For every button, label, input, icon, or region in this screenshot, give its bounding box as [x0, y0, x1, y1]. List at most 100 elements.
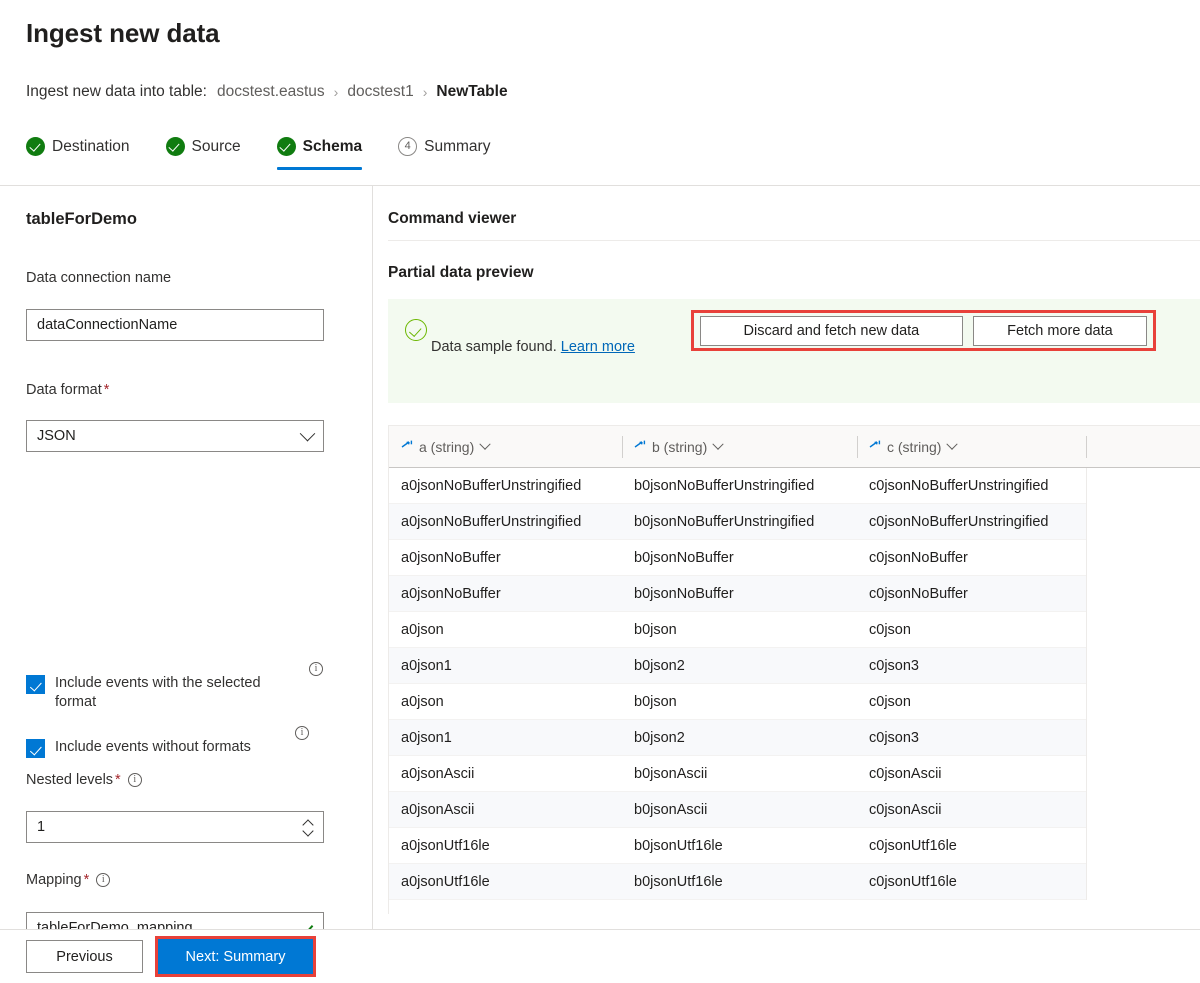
success-check-circle-icon [405, 319, 427, 341]
table-row[interactable]: a0jsonNoBufferb0jsonNoBufferc0jsonNoBuff… [389, 540, 1086, 576]
step-destination[interactable]: Destination [26, 137, 148, 170]
table-row[interactable]: a0jsonUtf16leb0jsonUtf16lec0jsonUtf16le [389, 828, 1086, 864]
chevron-down-icon[interactable] [713, 438, 724, 449]
step-number-icon: 4 [398, 137, 417, 156]
table-cell: c0json [857, 694, 1086, 710]
info-icon[interactable]: i [295, 726, 309, 740]
table-cell: b0jsonNoBuffer [622, 550, 857, 566]
table-row[interactable]: a0json1b0json2c0json3 [389, 720, 1086, 756]
step-summary[interactable]: 4 Summary [380, 137, 508, 170]
breadcrumb-separator-icon: › [423, 84, 428, 100]
mapping-label: Mapping* i [26, 872, 110, 888]
nested-levels-stepper[interactable]: 1 [26, 811, 324, 843]
step-schema[interactable]: Schema [259, 137, 380, 170]
previous-button[interactable]: Previous [26, 940, 143, 973]
page-title: Ingest new data [26, 18, 220, 49]
table-cell: b0json2 [622, 730, 857, 746]
breadcrumb: Ingest new data into table: docstest.eas… [26, 83, 508, 101]
required-asterisk: * [84, 872, 90, 888]
table-row[interactable]: a0jsonUtf16leb0jsonUtf16lec0jsonUtf16le [389, 864, 1086, 900]
table-cell: b0jsonUtf16le [622, 874, 857, 890]
table-cell: c0jsonNoBufferUnstringified [857, 514, 1086, 530]
info-icon[interactable]: i [309, 662, 323, 676]
chevron-down-icon[interactable] [480, 438, 491, 449]
table-cell: a0jsonAscii [389, 802, 622, 818]
table-row[interactable]: a0jsonAsciib0jsonAsciic0jsonAscii [389, 756, 1086, 792]
data-format-label: Data format* [26, 382, 109, 398]
stepper-down-icon[interactable] [304, 828, 313, 834]
nested-levels-label: Nested levels* i [26, 772, 142, 788]
table-row[interactable]: a0jsonb0jsonc0json [389, 684, 1086, 720]
table-cell: b0jsonAscii [622, 802, 857, 818]
table-row[interactable]: a0jsonNoBufferb0jsonNoBufferc0jsonNoBuff… [389, 576, 1086, 612]
banner-actions-highlight: Discard and fetch new data Fetch more da… [691, 310, 1156, 351]
breadcrumb-prefix: Ingest new data into table: [26, 83, 207, 101]
data-sample-text: Data sample found. [431, 339, 557, 355]
data-connection-name-input[interactable]: dataConnectionName [26, 309, 324, 341]
wizard-steps: Destination Source Schema 4 Summary [26, 137, 508, 170]
table-cell: b0json2 [622, 658, 857, 674]
partial-data-preview-heading: Partial data preview [388, 264, 534, 282]
next-button-highlight: Next: Summary [155, 936, 316, 977]
column-header-label: c (string) [887, 439, 941, 455]
table-cell: a0jsonNoBuffer [389, 586, 622, 602]
table-cell: a0jsonNoBufferUnstringified [389, 478, 622, 494]
table-cell: c0jsonUtf16le [857, 838, 1086, 854]
table-cell: b0jsonNoBufferUnstringified [622, 514, 857, 530]
info-icon[interactable]: i [96, 873, 110, 887]
table-header-row: a (string) b (string) [389, 426, 1200, 468]
data-format-value: JSON [37, 428, 302, 444]
chevron-down-icon[interactable] [947, 438, 958, 449]
table-cell: a0json [389, 694, 622, 710]
breadcrumb-item-database[interactable]: docstest1 [347, 83, 413, 101]
column-header-b[interactable]: b (string) [622, 426, 857, 468]
chevron-down-icon [300, 425, 316, 441]
discard-and-fetch-new-data-button[interactable]: Discard and fetch new data [700, 316, 963, 346]
table-cell: a0jsonAscii [389, 766, 622, 782]
table-row[interactable]: a0json1b0json2c0json3 [389, 648, 1086, 684]
data-format-select[interactable]: JSON [26, 420, 324, 452]
breadcrumb-item-table: NewTable [436, 83, 507, 101]
learn-more-link[interactable]: Learn more [561, 339, 635, 355]
table-row[interactable]: a0jsonNoBufferUnstringifiedb0jsonNoBuffe… [389, 468, 1086, 504]
include-selected-format-row[interactable]: Include events with the selected format … [26, 674, 346, 712]
table-cell: a0json1 [389, 658, 622, 674]
table-cell: a0jsonUtf16le [389, 874, 622, 890]
include-without-formats-checkbox[interactable] [26, 739, 45, 758]
table-cell: a0jsonUtf16le [389, 838, 622, 854]
table-cell: c0json3 [857, 658, 1086, 674]
table-row[interactable]: a0jsonb0jsonc0json [389, 612, 1086, 648]
breadcrumb-item-cluster[interactable]: docstest.eastus [217, 83, 325, 101]
next-summary-button[interactable]: Next: Summary [158, 939, 313, 974]
step-label: Schema [303, 138, 362, 156]
table-cell: a0json1 [389, 730, 622, 746]
include-selected-format-checkbox[interactable] [26, 675, 45, 694]
step-label: Source [192, 138, 241, 156]
command-viewer-divider [388, 240, 1200, 241]
column-header-empty[interactable] [1086, 426, 1200, 468]
include-without-formats-row[interactable]: Include events without formats i [26, 738, 346, 758]
table-cell: c0jsonUtf16le [857, 874, 1086, 890]
fetch-more-data-button[interactable]: Fetch more data [973, 316, 1147, 346]
column-header-a[interactable]: a (string) [389, 426, 622, 468]
required-asterisk: * [104, 382, 110, 398]
table-cell: b0jsonNoBufferUnstringified [622, 478, 857, 494]
table-row[interactable]: a0jsonNoBufferUnstringifiedb0jsonNoBuffe… [389, 504, 1086, 540]
data-connection-name-value: dataConnectionName [37, 317, 313, 333]
table-name-heading: tableForDemo [26, 210, 137, 229]
table-cell: b0json [622, 694, 857, 710]
table-cell: b0json [622, 622, 857, 638]
command-viewer-heading[interactable]: Command viewer [388, 210, 516, 228]
wizard-footer: Previous Next: Summary [0, 930, 1200, 983]
string-type-icon [401, 440, 414, 454]
table-row[interactable]: a0jsonAsciib0jsonAsciic0jsonAscii [389, 792, 1086, 828]
include-selected-format-label: Include events with the selected format [55, 674, 301, 712]
info-icon[interactable]: i [128, 773, 142, 787]
step-source[interactable]: Source [148, 137, 259, 170]
column-header-label: b (string) [652, 439, 707, 455]
stepper-arrows[interactable] [304, 820, 313, 834]
column-header-c[interactable]: c (string) [857, 426, 1086, 468]
table-cell: c0jsonAscii [857, 766, 1086, 782]
table-bottom-pad [389, 900, 1087, 914]
data-sample-banner: Data sample found. Learn more Discard an… [388, 299, 1200, 403]
